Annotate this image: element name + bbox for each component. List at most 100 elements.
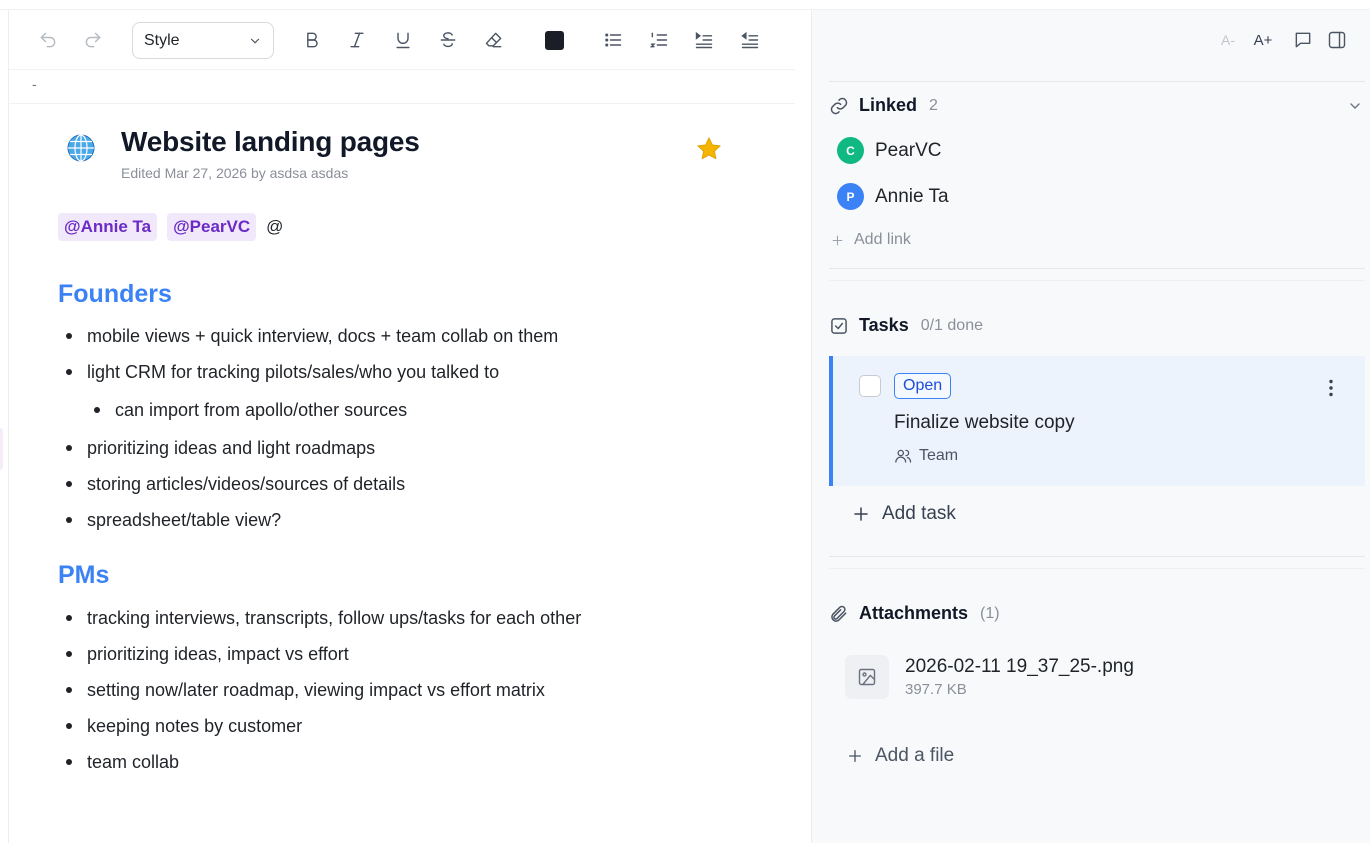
strikethrough-icon [440, 32, 456, 48]
file-info: 2026-02-11 19_37_25-.png 397.7 KB [905, 656, 1134, 698]
side-panel: A- A+ Linked 2 C PearVC P Annie Ta Add l… [811, 10, 1370, 843]
image-icon [858, 668, 876, 686]
chevron-down-icon [250, 38, 260, 44]
bold-icon [307, 32, 318, 48]
italic-icon [350, 32, 364, 48]
more-vertical-icon [1329, 379, 1333, 397]
numbered-list-button[interactable] [644, 25, 674, 55]
checkbox-icon [831, 317, 847, 334]
list-item: spreadsheet/table view? [58, 502, 558, 538]
style-dropdown[interactable]: Style [132, 22, 274, 59]
eraser-icon [485, 32, 502, 48]
task-card[interactable]: Open Finalize website copy Team [829, 356, 1365, 486]
add-link-label: Add link [854, 231, 911, 248]
heading-pms: PMs [58, 561, 110, 589]
bold-button[interactable] [297, 25, 327, 55]
redo-icon [85, 32, 101, 48]
divider [829, 556, 1365, 557]
list-item: prioritizing ideas, impact vs effort [58, 636, 581, 672]
plus-icon [854, 507, 868, 521]
add-file-button[interactable]: Add a file [847, 745, 954, 767]
list-item: light CRM for tracking pilots/sales/who … [58, 354, 558, 390]
list-item-nested: can import from apollo/other sources [58, 390, 558, 430]
divider [829, 568, 1365, 569]
pms-list: tracking interviews, transcripts, follow… [58, 600, 581, 780]
linked-title: Linked [859, 95, 918, 115]
list-item: team collab [58, 744, 581, 780]
task-status-badge[interactable]: Open [894, 373, 952, 399]
list-item: storing articles/videos/sources of detai… [58, 466, 558, 502]
style-dropdown-label: Style [144, 31, 180, 49]
add-task-button[interactable]: Add task [852, 503, 956, 525]
comment-icon [1295, 32, 1311, 48]
attachment-item[interactable]: 2026-02-11 19_37_25-.png 397.7 KB [845, 655, 1134, 699]
left-edge-marker [0, 428, 3, 470]
outdent-icon [741, 31, 759, 49]
undo-icon [40, 32, 56, 48]
text-color-swatch[interactable] [545, 31, 564, 50]
linked-item-pearvc[interactable]: C PearVC [837, 137, 942, 164]
comments-button[interactable] [1290, 27, 1316, 53]
bullet-list-icon [605, 33, 622, 47]
star-icon[interactable] [695, 135, 723, 163]
mention-prompt: @ [266, 217, 284, 236]
font-decrease-button[interactable]: A- [1215, 27, 1241, 53]
edited-info: Edited Mar 27, 2026 by asdsa asdas [121, 165, 349, 181]
tasks-section-header[interactable]: Tasks 0/1 done [829, 315, 983, 336]
task-title[interactable]: Finalize website copy [894, 412, 1075, 434]
link-icon [830, 97, 848, 114]
plus-icon [832, 235, 843, 245]
redo-button[interactable] [78, 25, 108, 55]
divider [829, 268, 1365, 269]
linked-item-name: Annie Ta [875, 185, 949, 207]
plus-icon [849, 750, 861, 762]
italic-button[interactable] [342, 25, 372, 55]
tasks-title: Tasks [859, 315, 909, 335]
task-checkbox[interactable] [859, 375, 881, 397]
window-top-border [0, 0, 1370, 10]
undo-button[interactable] [33, 25, 63, 55]
list-item: tracking interviews, transcripts, follow… [58, 600, 581, 636]
linked-section-header[interactable]: Linked 2 [829, 95, 938, 116]
bullet-list-button[interactable] [598, 25, 628, 55]
underline-button[interactable] [388, 25, 418, 55]
sidebar-icon [1328, 31, 1346, 49]
toggle-panel-button[interactable] [1324, 27, 1350, 53]
indent-icon [695, 31, 713, 49]
numbered-list-icon [649, 32, 668, 48]
divider [829, 81, 1365, 82]
chevron-down-icon[interactable] [1347, 98, 1363, 114]
heading-founders: Founders [58, 280, 172, 308]
list-item: mobile views + quick interview, docs + t… [58, 318, 558, 354]
tasks-count: 0/1 done [920, 316, 983, 334]
underline-icon [396, 32, 410, 49]
task-more-button[interactable] [1321, 376, 1341, 400]
linked-item-name: PearVC [875, 139, 942, 161]
task-assignee[interactable]: Team [894, 447, 958, 465]
clear-format-button[interactable] [479, 25, 509, 55]
page-title[interactable]: Website landing pages [121, 126, 420, 158]
meta-separator: - [32, 76, 37, 92]
add-file-label: Add a file [875, 745, 955, 766]
indent-button[interactable] [689, 25, 719, 55]
globe-icon[interactable] [66, 133, 96, 163]
mention-annie-ta[interactable]: @Annie Ta [58, 213, 158, 241]
avatar: P [837, 183, 864, 210]
founders-list: mobile views + quick interview, docs + t… [58, 318, 558, 538]
linked-count: 2 [929, 96, 938, 114]
outdent-button[interactable] [735, 25, 765, 55]
linked-item-annie-ta[interactable]: P Annie Ta [837, 183, 949, 210]
font-increase-button[interactable]: A+ [1250, 27, 1276, 53]
list-item: keeping notes by customer [58, 708, 581, 744]
add-link-button[interactable]: Add link [831, 231, 911, 249]
mentions-row: @Annie Ta @PearVC @ [58, 213, 283, 241]
attachments-section-header[interactable]: Attachments (1) [829, 603, 1000, 624]
attachments-count: (1) [980, 604, 1000, 622]
mention-pearvc[interactable]: @PearVC [167, 213, 257, 241]
attachments-title: Attachments [859, 603, 969, 623]
file-size: 397.7 KB [905, 681, 967, 698]
file-name[interactable]: 2026-02-11 19_37_25-.png [905, 656, 1134, 678]
task-assignee-label: Team [919, 447, 959, 464]
divider [829, 280, 1365, 281]
strikethrough-button[interactable] [433, 25, 463, 55]
